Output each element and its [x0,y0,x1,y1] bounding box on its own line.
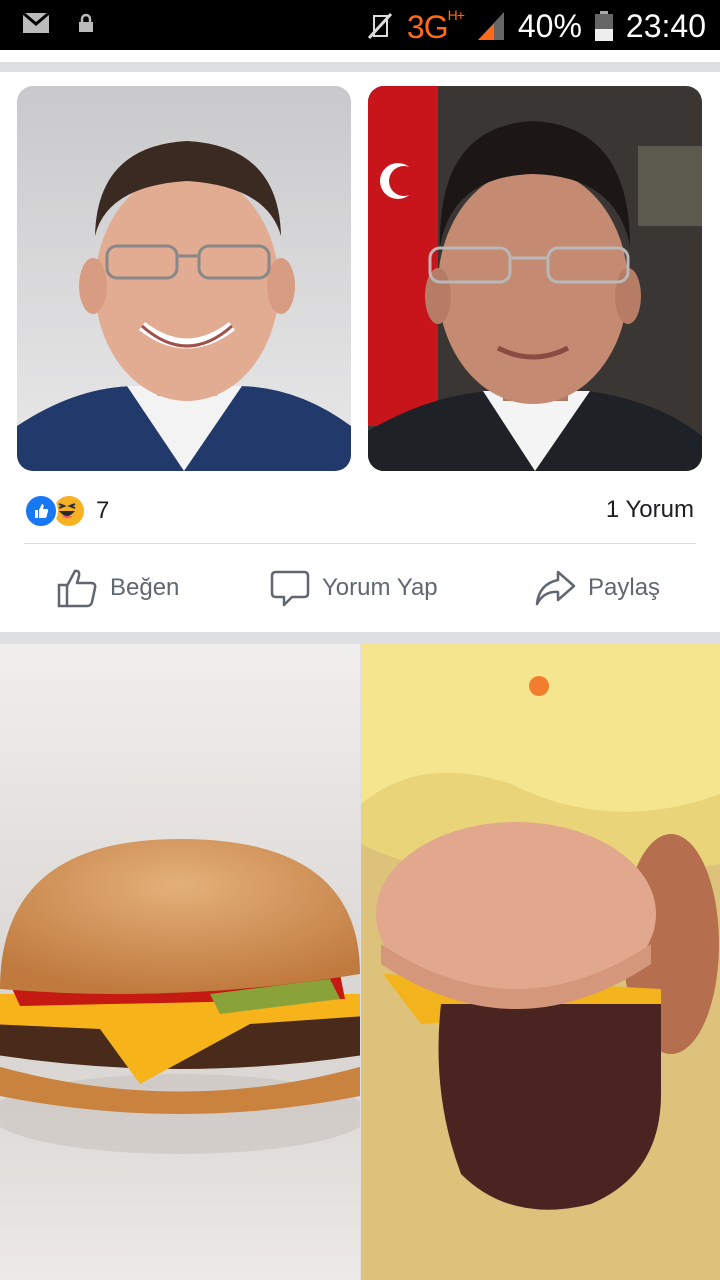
comment-button-label: Yorum Yap [322,574,438,601]
next-post-photo-right[interactable] [361,644,720,1280]
mute-icon [367,12,392,40]
lock-icon [79,13,93,32]
clock: 23:40 [625,7,706,44]
status-bar: 3GH+ 40% 23:40 [0,0,720,50]
post-photo-right[interactable] [368,86,702,471]
comment-bubble-icon [270,570,310,607]
like-button-label: Beğen [110,574,180,601]
thumbs-up-icon [57,569,97,608]
advertised-burger-photo [0,644,360,1280]
post-actions-bar: Beğen Yorum Yap Paylaş [0,562,720,614]
feed-divider [0,62,720,72]
like-button[interactable]: Beğen [56,562,179,614]
comments-count-link[interactable]: 1 Yorum [606,496,694,524]
like-reaction-icon [24,494,58,528]
portrait-photo [17,86,351,471]
battery-icon [594,11,613,41]
post-photo-left[interactable] [17,86,351,471]
comment-button[interactable]: Yorum Yap [270,562,438,614]
actual-burger-photo [361,644,720,1280]
next-post-photo-left[interactable] [0,644,360,1280]
signal-icon [477,12,504,40]
share-arrow-icon [535,570,576,606]
portrait-photo-flag [368,86,702,471]
share-button-label: Paylaş [588,574,661,601]
reactions-summary[interactable]: 7 [24,494,109,528]
feed-divider-2 [0,632,720,644]
battery-percent: 40% [517,7,582,44]
network-type: 3GH+ [406,6,465,45]
share-button[interactable]: Paylaş [534,562,660,614]
actions-separator [24,543,696,544]
mail-icon [22,12,50,33]
reaction-count: 7 [96,497,110,524]
post-card: 7 1 Yorum Beğen Yorum Yap Paylaş [0,72,720,632]
feed-top-space [0,50,720,62]
